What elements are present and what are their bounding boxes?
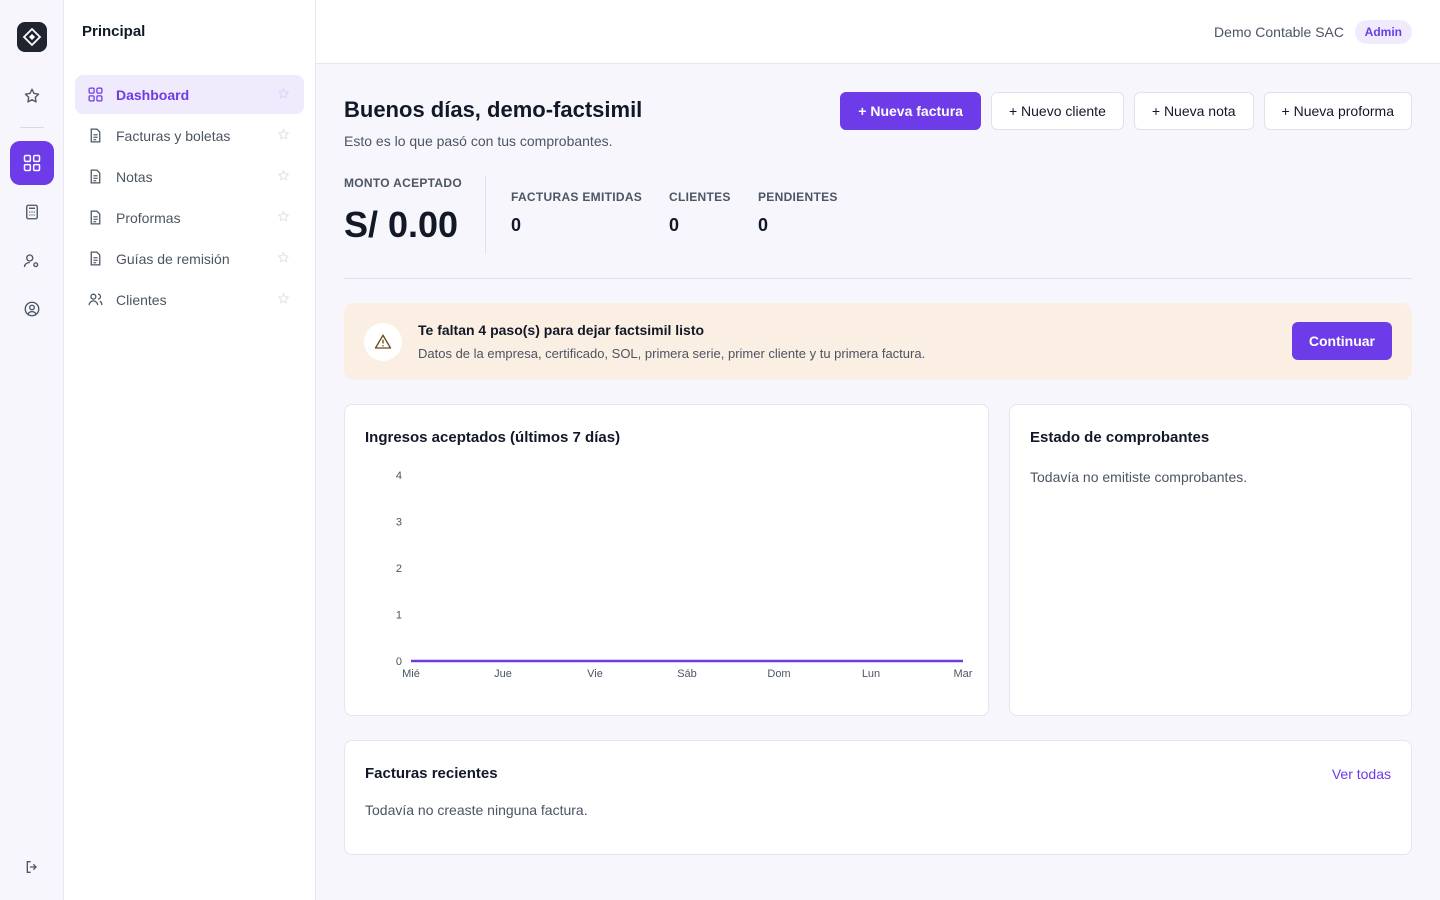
new-note-button[interactable]: + Nueva nota (1133, 92, 1254, 130)
top-bar: Demo Contable SAC Admin (316, 0, 1440, 64)
kpi-value: S/ 0.00 (344, 204, 459, 245)
logout-icon (26, 861, 37, 873)
app-logo[interactable] (17, 22, 47, 52)
kpi-label: PENDIENTES (758, 190, 838, 204)
y-tick-label: 3 (396, 517, 402, 529)
favorite-star-icon[interactable] (277, 128, 290, 141)
page-title: Buenos días, demo-factsimil (344, 97, 643, 122)
x-tick-label: Dom (767, 668, 790, 680)
income-chart-card: Ingresos aceptados (últimos 7 días) 0123… (344, 404, 989, 716)
kpi-value: 0 (511, 215, 522, 235)
kpi-value: 0 (669, 215, 680, 235)
view-all-link[interactable]: Ver todas (1332, 766, 1391, 782)
kpi-clients: CLIENTES 0 (669, 190, 731, 236)
icon-rail (0, 0, 64, 900)
income-chart: 0 1 2 3 4 Mié Jue Vie Sáb Dom Lun Mar (396, 470, 973, 680)
kpi-accepted-amount: MONTO ACEPTADO S/ 0.00 (344, 176, 462, 246)
accounting-rail-button[interactable] (10, 190, 54, 234)
sidebar-item-notas[interactable]: Notas (75, 157, 304, 196)
sidebar-item-guias[interactable]: Guías de remisión (75, 239, 304, 278)
y-tick-label: 2 (396, 563, 402, 575)
logo-icon (22, 27, 42, 47)
x-tick-label: Mar (954, 668, 973, 680)
new-invoice-button[interactable]: + Nueva factura (840, 92, 981, 130)
user-settings-rail-button[interactable] (10, 239, 54, 283)
sidebar-item-label: Dashboard (116, 86, 190, 103)
sidebar: Principal Dashboard Facturas y boletas N… (64, 0, 316, 900)
calculator-icon (26, 204, 38, 220)
sidebar-nav: Dashboard Facturas y boletas Notas Profo… (75, 75, 304, 321)
x-tick-label: Sáb (677, 668, 697, 680)
logout-rail-button[interactable] (10, 845, 54, 889)
new-client-button[interactable]: + Nuevo cliente (990, 92, 1124, 130)
document-icon (87, 168, 104, 185)
kpi-label: FACTURAS EMITIDAS (511, 190, 643, 204)
profile-rail-button[interactable] (10, 287, 54, 331)
y-tick-label: 1 (396, 610, 402, 622)
card-title: Facturas recientes (365, 765, 498, 782)
document-icon (87, 250, 104, 267)
divider (344, 278, 1412, 279)
new-proforma-button[interactable]: + Nueva proforma (1263, 92, 1412, 130)
document-icon (87, 209, 104, 226)
document-icon (87, 127, 104, 144)
sidebar-item-proformas[interactable]: Proformas (75, 198, 304, 237)
user-circle-icon (24, 301, 40, 317)
user-settings-icon (23, 254, 39, 268)
favorite-star-icon[interactable] (277, 169, 290, 182)
kpi-label: MONTO ACEPTADO (344, 176, 462, 190)
sidebar-item-label: Facturas y boletas (116, 127, 231, 144)
x-tick-label: Jue (494, 668, 512, 680)
page-subtitle: Esto es lo que pasó con tus comprobantes… (344, 133, 613, 149)
dashboard-rail-button[interactable] (10, 141, 54, 185)
sidebar-item-label: Notas (116, 168, 153, 185)
sidebar-item-clientes[interactable]: Clientes (75, 280, 304, 319)
empty-state-text: Todavía no creaste ninguna factura. (365, 802, 588, 818)
dashboard-icon (23, 154, 41, 172)
y-tick-label: 4 (396, 470, 402, 482)
favorite-star-icon[interactable] (277, 292, 290, 305)
sidebar-title: Principal (82, 23, 146, 40)
sidebar-item-label: Guías de remisión (116, 250, 230, 267)
kpi-label: CLIENTES (669, 190, 731, 204)
setup-alert: Te faltan 4 paso(s) para dejar factsimil… (344, 303, 1412, 380)
warning-icon (364, 323, 402, 361)
alert-text: Datos de la empresa, certificado, SOL, p… (418, 346, 926, 361)
quick-actions: + Nueva factura + Nuevo cliente + Nueva … (840, 92, 1412, 130)
sidebar-item-label: Clientes (116, 291, 167, 308)
sidebar-item-dashboard[interactable]: Dashboard (75, 75, 304, 114)
sidebar-item-facturas[interactable]: Facturas y boletas (75, 116, 304, 155)
x-tick-label: Lun (862, 668, 880, 680)
favorites-rail-button[interactable] (10, 74, 54, 118)
y-tick-label: 0 (396, 656, 402, 668)
kpi-invoices-issued: FACTURAS EMITIDAS 0 (511, 190, 642, 236)
recent-invoices-card: Facturas recientes Ver todas Todavía no … (344, 740, 1412, 855)
kpi-pending: PENDIENTES 0 (758, 190, 838, 236)
role-badge: Admin (1354, 20, 1412, 44)
sidebar-item-label: Proformas (116, 209, 181, 226)
empty-state-text: Todavía no emitiste comprobantes. (1030, 469, 1248, 485)
favorite-star-icon[interactable] (277, 210, 290, 223)
kpi-divider (485, 176, 486, 254)
favorite-star-icon[interactable] (277, 87, 290, 100)
star-icon (24, 88, 40, 103)
x-tick-label: Vie (587, 668, 603, 680)
card-title: Estado de comprobantes (1030, 429, 1210, 446)
company-name[interactable]: Demo Contable SAC (1214, 24, 1344, 40)
users-icon (87, 291, 104, 308)
status-card: Estado de comprobantes Todavía no emitis… (1009, 404, 1412, 716)
alert-title: Te faltan 4 paso(s) para dejar factsimil… (418, 322, 705, 338)
dashboard-icon (87, 86, 104, 103)
rail-divider (20, 127, 44, 128)
favorite-star-icon[interactable] (277, 251, 290, 264)
kpi-value: 0 (758, 215, 769, 235)
x-tick-label: Mié (402, 668, 420, 680)
continue-button[interactable]: Continuar (1291, 322, 1392, 360)
